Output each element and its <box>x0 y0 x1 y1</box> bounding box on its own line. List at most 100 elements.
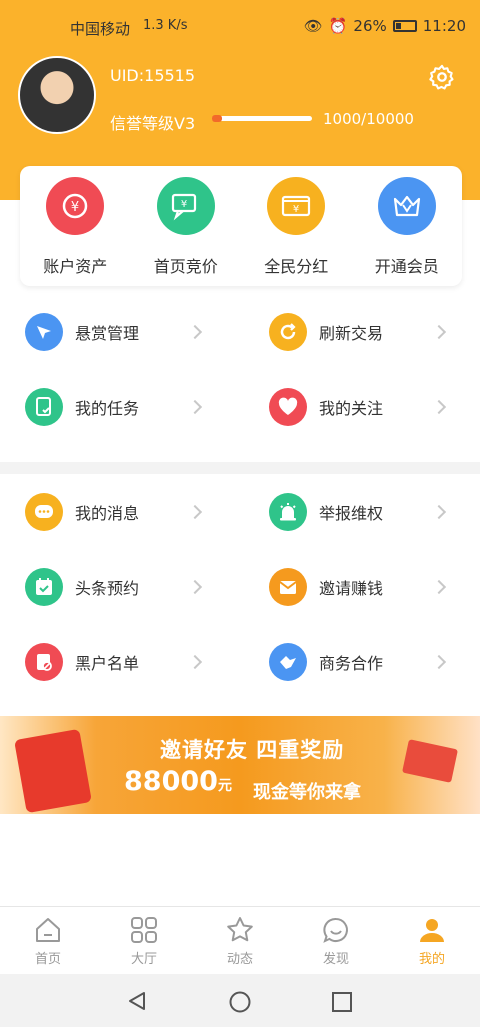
status-bar: 中国移动 1.3 K/s 👁 ⏰ 26% 11:20 <box>0 0 480 56</box>
chat-bubble-icon <box>323 918 348 943</box>
menu-item-headline-booking[interactable]: 头条预约 <box>0 549 240 624</box>
tab-feed[interactable]: 动态 <box>192 907 288 974</box>
chevron-right-icon <box>431 579 447 594</box>
tab-label: 我的 <box>418 952 445 967</box>
status-right: 👁 ⏰ 26% 11:20 <box>304 17 466 35</box>
svg-text:¥: ¥ <box>181 199 187 210</box>
menu-item-blacklist[interactable]: 黑户名单 <box>0 624 240 699</box>
quick-action-label: 开通会员 <box>374 257 439 276</box>
menu-item-label: 我的消息 <box>75 503 140 523</box>
system-nav-bar <box>0 974 480 1027</box>
quick-action-bidding[interactable]: ¥ 首页竞价 <box>131 166 242 286</box>
menu-group-1: 悬赏管理 刷新交易 我的任务 我的关注 <box>0 294 480 444</box>
tab-mine[interactable]: 我的 <box>384 907 480 974</box>
menu-item-report[interactable]: 举报维权 <box>244 474 480 549</box>
banner-title: 邀请好友 四重奖励 <box>160 738 345 762</box>
menu-row: 我的任务 我的关注 <box>0 369 480 444</box>
alarm-icon <box>269 492 307 531</box>
refresh-icon <box>269 312 307 351</box>
tab-home[interactable]: 首页 <box>0 907 96 974</box>
menu-item-my-follows[interactable]: 我的关注 <box>244 369 480 444</box>
menu-item-reward-manage[interactable]: 悬赏管理 <box>0 294 240 369</box>
menu-item-business[interactable]: 商务合作 <box>244 624 480 699</box>
heart-icon <box>269 387 307 426</box>
credit-progress-bar <box>212 115 312 122</box>
quick-actions-card: ¥ 账户资产 ¥ 首页竞价 ¥ 全民分红 开通会员 <box>20 166 462 286</box>
star-icon <box>227 917 253 942</box>
app-root: 中国移动 1.3 K/s 👁 ⏰ 26% 11:20 UID:15515 信誉等… <box>0 0 480 1027</box>
menu-row: 悬赏管理 刷新交易 <box>0 294 480 369</box>
menu-item-messages[interactable]: 我的消息 <box>0 474 240 549</box>
clock: 11:20 <box>422 17 466 35</box>
chevron-right-icon <box>187 579 203 594</box>
menu-row: 头条预约 邀请赚钱 <box>0 549 480 624</box>
banner-subtitle: 现金等你来拿 <box>253 782 361 803</box>
tab-label: 动态 <box>226 952 253 967</box>
chevron-right-icon <box>431 399 447 414</box>
yuan-coin-icon: ¥ <box>46 177 105 235</box>
message-icon <box>25 492 63 531</box>
chevron-right-icon <box>187 324 203 339</box>
carrier-label: 中国移动 <box>70 20 131 38</box>
quick-action-membership[interactable]: 开通会员 <box>352 166 463 286</box>
gear-icon[interactable] <box>428 63 456 91</box>
tab-hall[interactable]: 大厅 <box>96 907 192 974</box>
menu-item-my-tasks[interactable]: 我的任务 <box>0 369 240 444</box>
menu-item-invite-earn[interactable]: 邀请赚钱 <box>244 549 480 624</box>
chat-yuan-icon: ¥ <box>156 177 215 235</box>
chevron-right-icon <box>187 654 203 669</box>
bottom-tab-bar: 首页 大厅 动态 发现 我的 <box>0 906 480 974</box>
avatar[interactable] <box>18 56 96 134</box>
svg-text:¥: ¥ <box>71 200 79 215</box>
network-speed: 1.3 K/s <box>143 18 188 33</box>
menu-item-label: 我的任务 <box>75 398 140 418</box>
menu-item-label: 悬赏管理 <box>75 323 140 343</box>
recents-icon[interactable] <box>331 991 353 1013</box>
red-envelope-image <box>402 739 458 783</box>
home-icon <box>36 918 60 942</box>
menu-item-label: 举报维权 <box>319 503 384 523</box>
chevron-right-icon <box>187 399 203 414</box>
envelope-icon <box>269 567 307 606</box>
banner-amount: 88000元 <box>124 766 232 797</box>
menu-item-label: 邀请赚钱 <box>319 578 384 598</box>
user-id: UID:15515 <box>110 66 196 85</box>
quick-action-label: 账户资产 <box>43 257 108 276</box>
quick-action-label: 全民分红 <box>264 257 329 276</box>
wallet-icon: ¥ <box>267 177 326 235</box>
tab-label: 发现 <box>322 952 349 967</box>
blocked-doc-icon <box>25 642 63 681</box>
home-nav-icon[interactable] <box>228 990 252 1014</box>
battery-icon <box>392 20 417 32</box>
menu-row: 我的消息 举报维权 <box>0 474 480 549</box>
invite-banner[interactable]: 邀请好友 四重奖励 88000元 现金等你来拿 <box>0 716 480 814</box>
quick-action-assets[interactable]: ¥ 账户资产 <box>20 166 131 286</box>
battery-percent: 26% <box>353 17 387 35</box>
crown-icon <box>377 177 436 235</box>
svg-text:¥: ¥ <box>293 204 299 215</box>
send-icon <box>25 312 63 351</box>
chevron-right-icon <box>431 654 447 669</box>
tab-discover[interactable]: 发现 <box>288 907 384 974</box>
menu-item-label: 头条预约 <box>75 578 140 598</box>
chevron-right-icon <box>431 504 447 519</box>
person-icon <box>420 919 444 942</box>
banner-amount-value: 88000 <box>124 766 218 797</box>
banner-amount-unit: 元 <box>217 778 232 794</box>
quick-action-dividend[interactable]: ¥ 全民分红 <box>241 166 352 286</box>
menu-item-label: 我的关注 <box>319 398 384 418</box>
tab-label: 大厅 <box>130 952 157 967</box>
credit-progress-text: 1000/10000 <box>323 110 414 128</box>
credit-level: 信誉等级V3 <box>110 114 196 133</box>
back-icon[interactable] <box>126 990 148 1012</box>
tab-label: 首页 <box>34 952 61 967</box>
menu-group-2: 我的消息 举报维权 头条预约 邀请赚钱 黑户名单 商务合作 <box>0 474 480 699</box>
grid-icon <box>131 917 157 943</box>
menu-item-label: 刷新交易 <box>319 323 384 343</box>
task-icon <box>25 387 63 426</box>
eye-icon: 👁 <box>303 17 323 35</box>
menu-item-refresh-trade[interactable]: 刷新交易 <box>244 294 480 369</box>
credit-progress-fill <box>212 115 222 122</box>
section-divider <box>0 462 480 474</box>
menu-item-label: 商务合作 <box>319 653 384 673</box>
